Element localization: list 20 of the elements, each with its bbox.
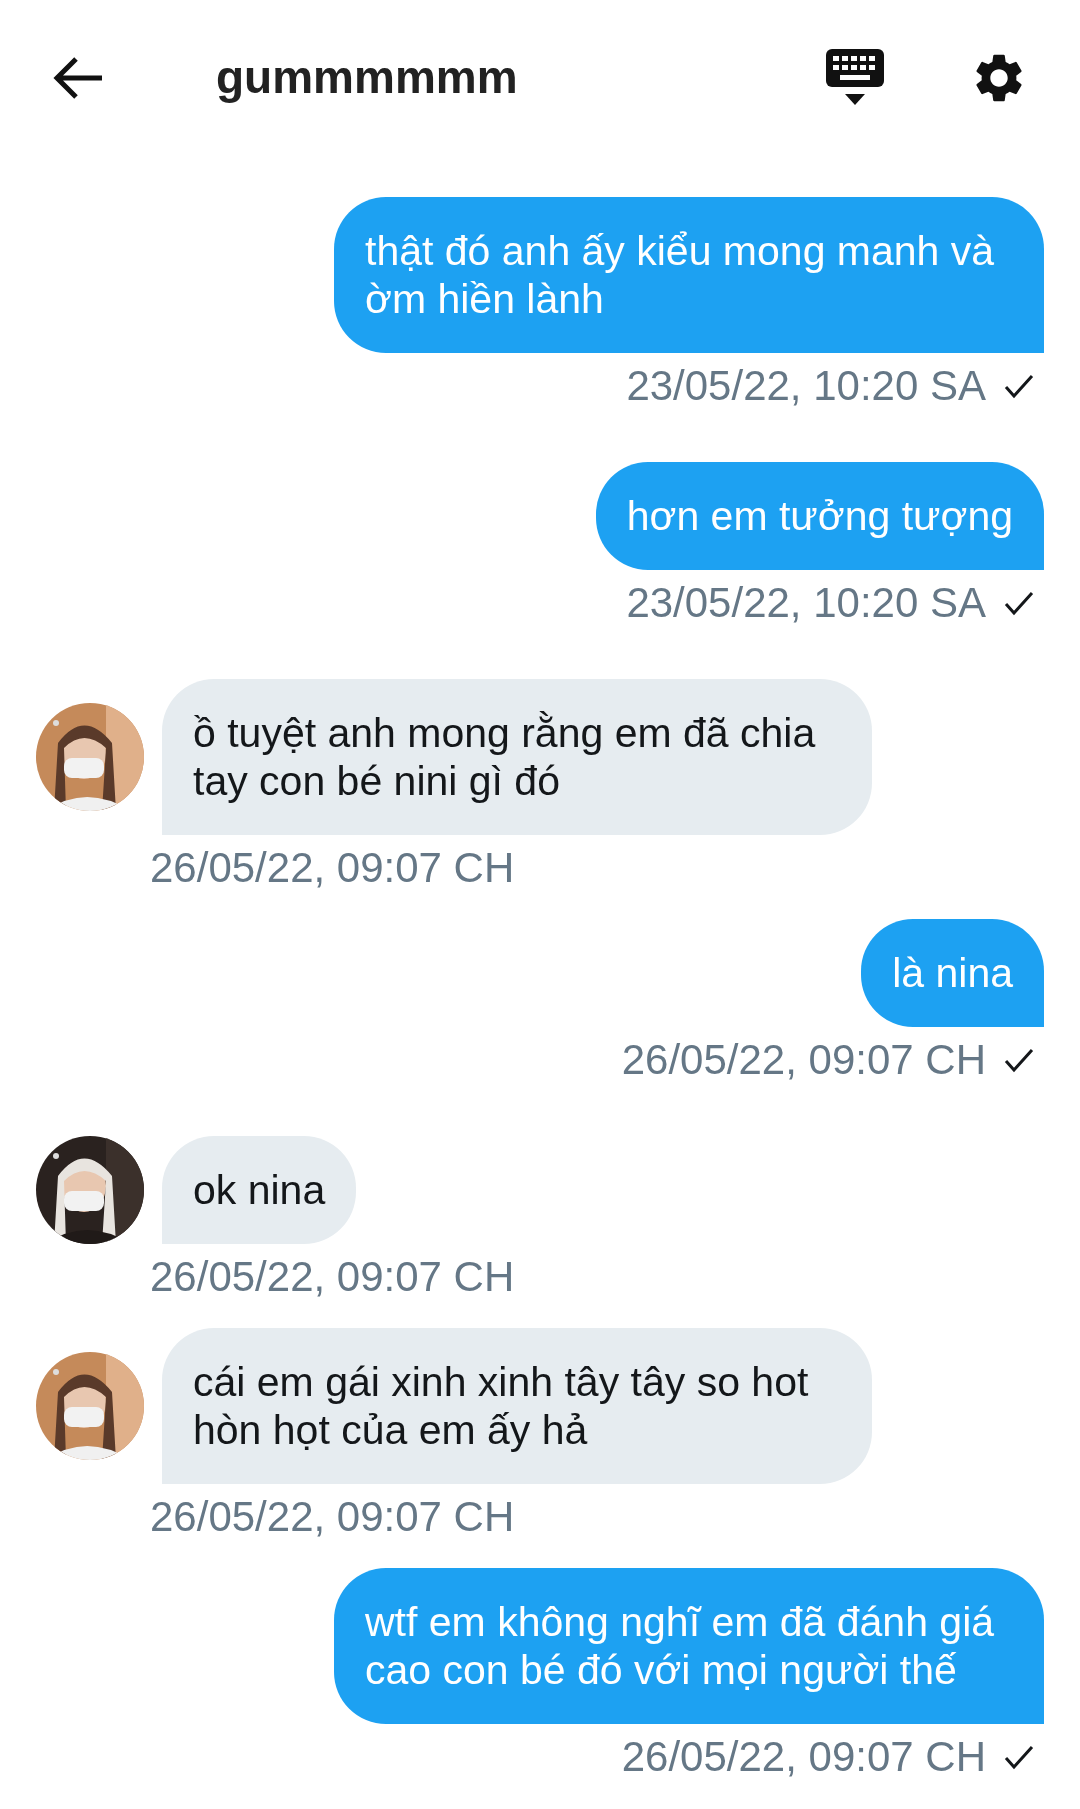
message-bubble: hơn em tưởng tượng	[595, 462, 1044, 570]
message-timestamp: 23/05/22, 10:20 SA	[626, 582, 986, 624]
check-icon	[1004, 373, 1034, 399]
check-icon	[1004, 1744, 1034, 1770]
message-bubble: thật đó anh ấy kiểu mong manh và ờm hiền lành	[334, 197, 1044, 353]
message-timestamp: 23/05/22, 10:20 SA	[626, 365, 986, 407]
back-arrow-icon[interactable]	[52, 54, 104, 101]
message-bubble: là nina	[861, 919, 1044, 1027]
message-timestamp: 26/05/22, 09:07 CH	[621, 1039, 986, 1081]
message-timestamp: 26/05/22, 09:07 CH	[150, 1256, 515, 1298]
message-timestamp: 26/05/22, 09:07 CH	[150, 1496, 515, 1538]
check-icon	[1004, 1047, 1034, 1073]
message-timestamp: 26/05/22, 09:07 CH	[150, 847, 515, 889]
check-icon	[1004, 590, 1034, 616]
message-bubble: cái em gái xinh xinh tây tây so hot hòn họt của em ấy hả	[162, 1328, 872, 1484]
message-bubble: ồ tuyệt anh mong rằng em đã chia tay con bé nini gì đó	[162, 679, 872, 835]
message-timestamp: 26/05/22, 09:07 CH	[621, 1736, 986, 1778]
message-bubble: ok nina	[162, 1136, 357, 1244]
chat-title: gummmmmm	[216, 50, 519, 105]
message-bubble: wtf em không nghĩ em đã đánh giá cao con bé đó với mọi người thế	[334, 1568, 1044, 1724]
